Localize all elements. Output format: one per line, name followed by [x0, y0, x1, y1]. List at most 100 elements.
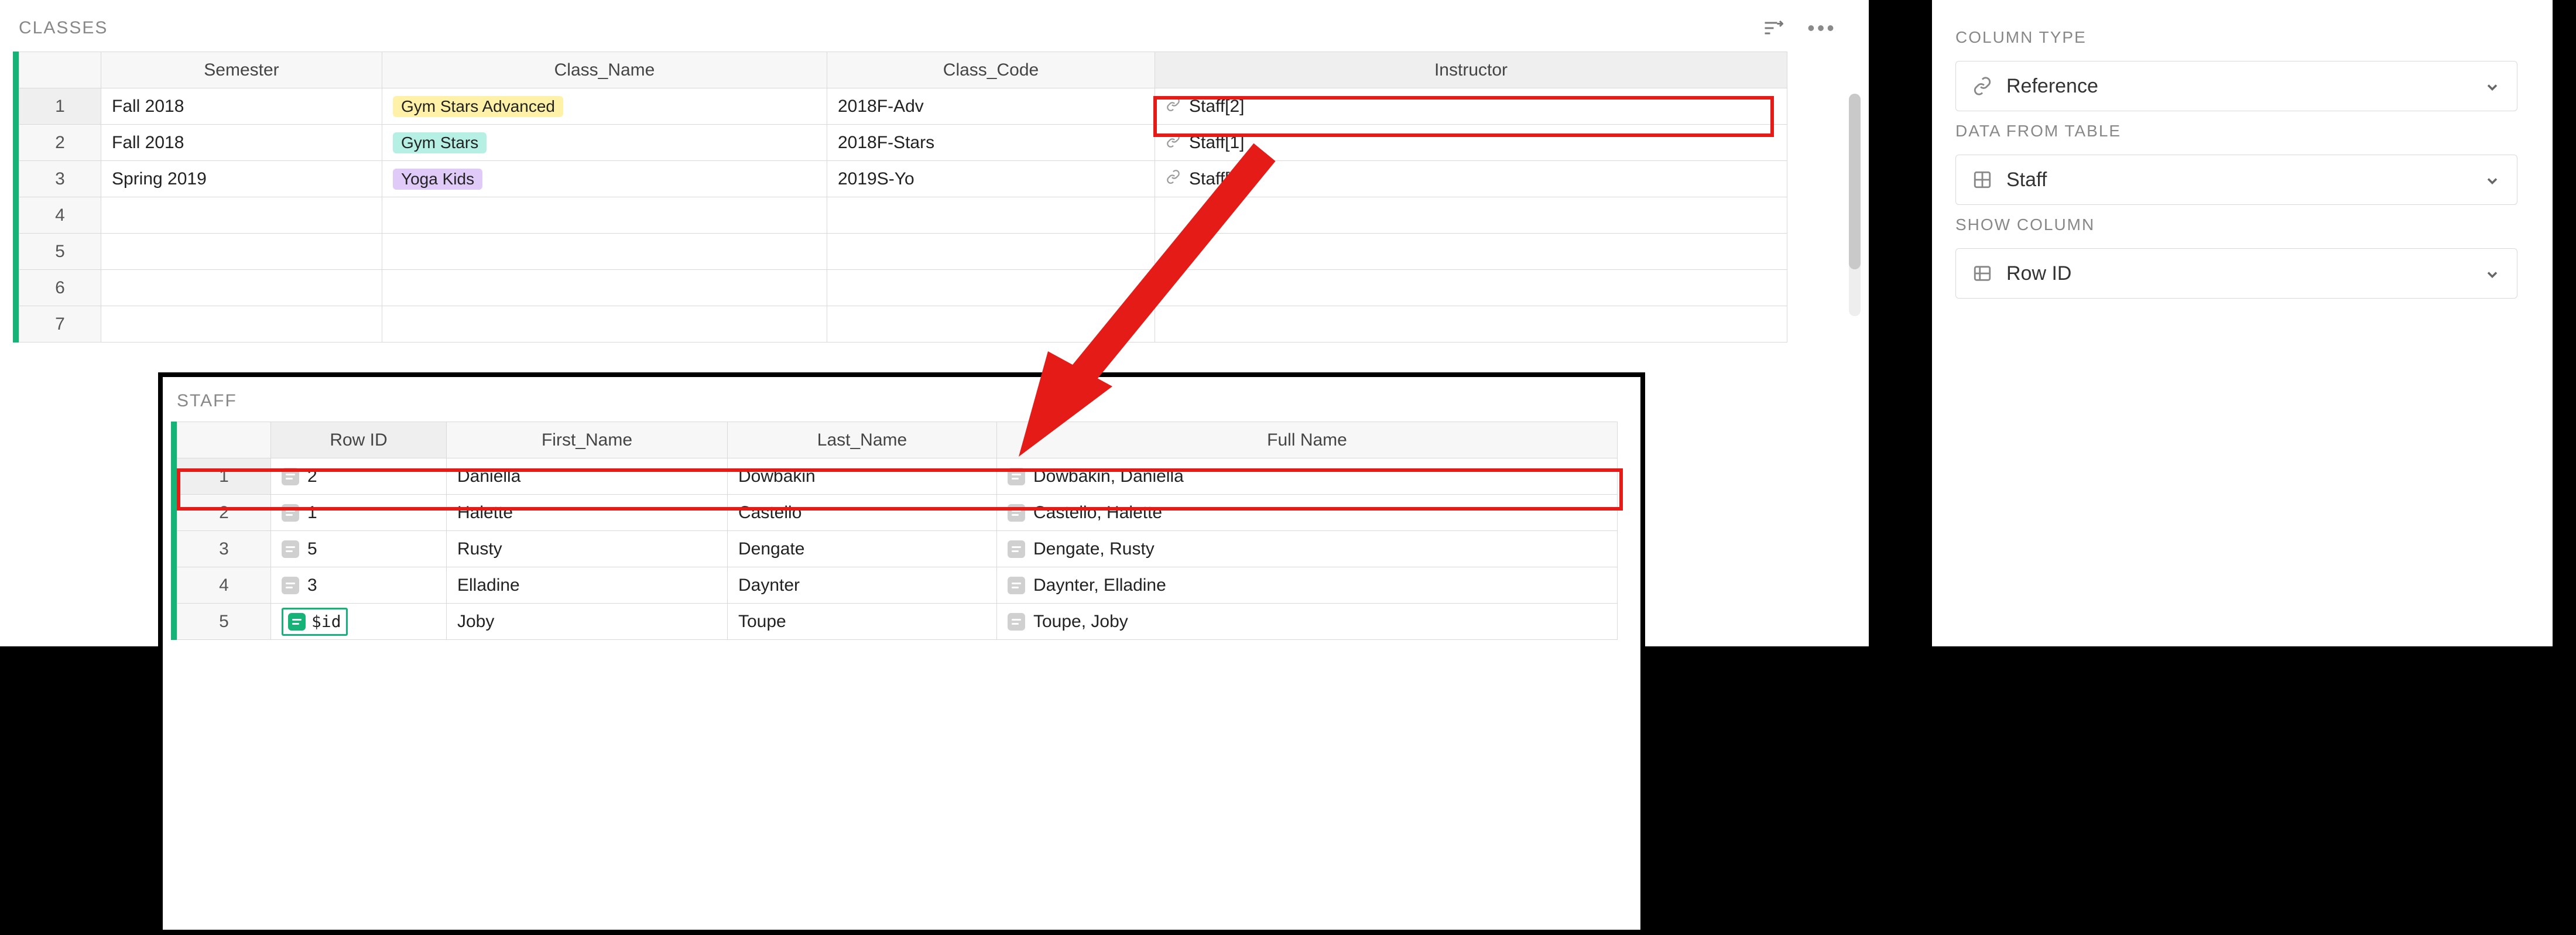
- col-full-name[interactable]: Full Name: [997, 422, 1618, 458]
- row-number[interactable]: 3: [19, 161, 101, 197]
- cell-full-name[interactable]: Toupe, Joby: [997, 604, 1618, 640]
- staff-title: STAFF: [171, 388, 1629, 422]
- cell-last-name[interactable]: Dengate: [728, 531, 997, 567]
- select-column-type-value: Reference: [2006, 75, 2098, 98]
- cell-last-name[interactable]: Dowbakin: [728, 458, 997, 495]
- link-icon: [1166, 169, 1181, 189]
- table-row[interactable]: 5: [19, 234, 1787, 270]
- record-card-icon: [282, 504, 299, 522]
- col-row-id[interactable]: Row ID: [271, 422, 447, 458]
- row-number[interactable]: 1: [177, 458, 271, 495]
- cell-row-id[interactable]: $id: [271, 604, 447, 640]
- select-data-from-table-value: Staff: [2006, 169, 2047, 191]
- table-row[interactable]: 3Spring 2019Yoga Kids2019S-YoStaff[4]: [19, 161, 1787, 197]
- vertical-scrollbar[interactable]: [1849, 94, 1861, 316]
- row-number[interactable]: 2: [19, 125, 101, 161]
- select-show-column[interactable]: Row ID: [1955, 248, 2517, 299]
- table-row[interactable]: 21HaletteCastelloCastello, Halette: [177, 495, 1618, 531]
- link-icon: [1166, 97, 1181, 117]
- cell-first-name[interactable]: Daniella: [447, 458, 728, 495]
- rownum-header[interactable]: [19, 52, 101, 88]
- cell-instructor[interactable]: Staff[4]: [1155, 161, 1787, 197]
- cell-last-name[interactable]: Castello: [728, 495, 997, 531]
- col-semester[interactable]: Semester: [101, 52, 382, 88]
- record-card-icon: [1008, 540, 1025, 558]
- record-card-icon: [1008, 468, 1025, 485]
- cell-full-name[interactable]: Dengate, Rusty: [997, 531, 1618, 567]
- classes-table[interactable]: Semester Class_Name Class_Code Instructo…: [13, 52, 1781, 343]
- rownum-header[interactable]: [177, 422, 271, 458]
- col-class-name[interactable]: Class_Name: [382, 52, 827, 88]
- cell-full-name[interactable]: Daynter, Elladine: [997, 567, 1618, 604]
- record-card-icon: [288, 613, 306, 631]
- table-row[interactable]: 4: [19, 197, 1787, 234]
- cell-first-name[interactable]: Halette: [447, 495, 728, 531]
- cell-row-id[interactable]: 2: [271, 458, 447, 495]
- row-number[interactable]: 4: [177, 567, 271, 604]
- table-row[interactable]: 35RustyDengateDengate, Rusty: [177, 531, 1618, 567]
- row-number[interactable]: 7: [19, 306, 101, 343]
- cell-class-name[interactable]: Gym Stars: [382, 125, 827, 161]
- classes-header-row: Semester Class_Name Class_Code Instructo…: [19, 52, 1787, 88]
- select-show-column-value: Row ID: [2006, 262, 2071, 285]
- staff-header-row: Row ID First_Name Last_Name Full Name: [177, 422, 1618, 458]
- filter-sort-icon[interactable]: [1760, 15, 1786, 41]
- row-number[interactable]: 5: [177, 604, 271, 640]
- row-number[interactable]: 1: [19, 88, 101, 125]
- cell-semester[interactable]: Fall 2018: [101, 125, 382, 161]
- cell-class-code[interactable]: 2018F-Adv: [827, 88, 1155, 125]
- table-row[interactable]: 2Fall 2018Gym Stars2018F-StarsStaff[1]: [19, 125, 1787, 161]
- table-row[interactable]: 43ElladineDaynterDaynter, Elladine: [177, 567, 1618, 604]
- row-number[interactable]: 2: [177, 495, 271, 531]
- cell-semester[interactable]: Spring 2019: [101, 161, 382, 197]
- cell-row-id[interactable]: 5: [271, 531, 447, 567]
- list-icon: [1972, 263, 1992, 283]
- cell-class-code[interactable]: 2018F-Stars: [827, 125, 1155, 161]
- label-column-type: COLUMN TYPE: [1955, 28, 2517, 47]
- col-instructor[interactable]: Instructor: [1155, 52, 1787, 88]
- staff-table[interactable]: Row ID First_Name Last_Name Full Name 12…: [171, 422, 1629, 640]
- cell-class-name[interactable]: Yoga Kids: [382, 161, 827, 197]
- link-icon: [1166, 133, 1181, 153]
- formula-editor[interactable]: $id: [282, 608, 348, 636]
- chevron-down-icon: [2484, 172, 2500, 188]
- chevron-down-icon: [2484, 78, 2500, 94]
- row-number[interactable]: 4: [19, 197, 101, 234]
- select-data-from-table[interactable]: Staff: [1955, 155, 2517, 205]
- chevron-down-icon: [2484, 265, 2500, 282]
- table-row[interactable]: 5 $id JobyToupeToupe, Joby: [177, 604, 1618, 640]
- cell-instructor[interactable]: Staff[2]: [1155, 88, 1787, 125]
- cell-instructor[interactable]: Staff[1]: [1155, 125, 1787, 161]
- table-row[interactable]: 1Fall 2018Gym Stars Advanced2018F-AdvSta…: [19, 88, 1787, 125]
- col-first-name[interactable]: First_Name: [447, 422, 728, 458]
- select-column-type[interactable]: Reference: [1955, 61, 2517, 111]
- classes-title: CLASSES: [19, 18, 108, 38]
- column-config-sidebar: COLUMN TYPE Reference DATA FROM TABLE St…: [1932, 0, 2553, 646]
- cell-class-name[interactable]: Gym Stars Advanced: [382, 88, 827, 125]
- cell-class-code[interactable]: 2019S-Yo: [827, 161, 1155, 197]
- record-card-icon: [282, 577, 299, 594]
- cell-row-id[interactable]: 3: [271, 567, 447, 604]
- cell-first-name[interactable]: Joby: [447, 604, 728, 640]
- col-class-code[interactable]: Class_Code: [827, 52, 1155, 88]
- link-icon: [1972, 76, 1992, 96]
- cell-full-name[interactable]: Castello, Halette: [997, 495, 1618, 531]
- record-card-icon: [282, 540, 299, 558]
- more-menu-icon[interactable]: •••: [1809, 15, 1835, 41]
- row-number[interactable]: 5: [19, 234, 101, 270]
- row-number[interactable]: 3: [177, 531, 271, 567]
- row-number[interactable]: 6: [19, 270, 101, 306]
- cell-row-id[interactable]: 1: [271, 495, 447, 531]
- cell-first-name[interactable]: Rusty: [447, 531, 728, 567]
- staff-card: STAFF Row ID First_Name Last_Name Full N…: [158, 372, 1645, 934]
- record-card-icon: [1008, 613, 1025, 631]
- cell-first-name[interactable]: Elladine: [447, 567, 728, 604]
- cell-semester[interactable]: Fall 2018: [101, 88, 382, 125]
- table-row[interactable]: 7: [19, 306, 1787, 343]
- table-row[interactable]: 6: [19, 270, 1787, 306]
- cell-last-name[interactable]: Daynter: [728, 567, 997, 604]
- table-row[interactable]: 12DaniellaDowbakinDowbakin, Daniella: [177, 458, 1618, 495]
- cell-last-name[interactable]: Toupe: [728, 604, 997, 640]
- cell-full-name[interactable]: Dowbakin, Daniella: [997, 458, 1618, 495]
- col-last-name[interactable]: Last_Name: [728, 422, 997, 458]
